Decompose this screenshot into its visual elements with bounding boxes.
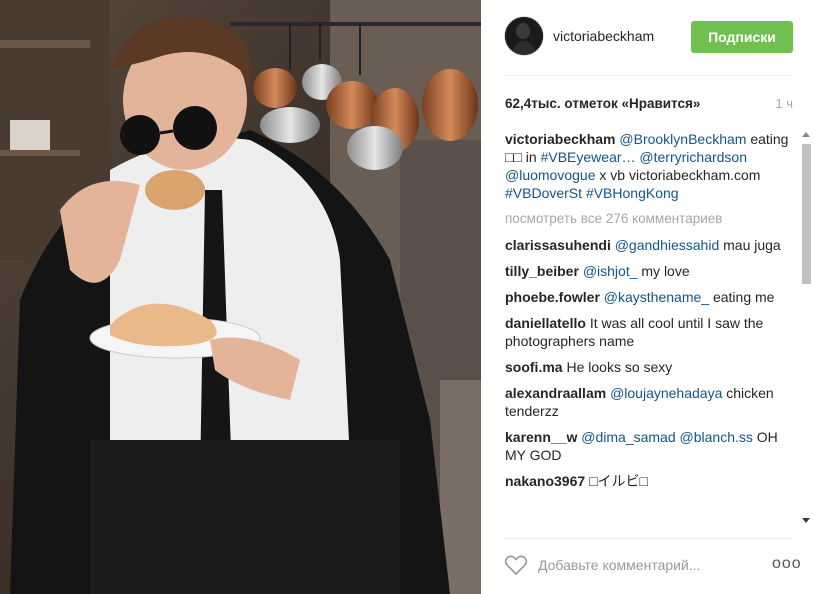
likes-row: 62,4тыс. отметок «Нравится» 1 ч bbox=[505, 96, 793, 114]
comment-mention[interactable]: @loujaynehadaya bbox=[610, 385, 722, 401]
caption-link[interactable]: #VBDoverSt bbox=[505, 185, 582, 201]
scroll-thumb[interactable] bbox=[802, 144, 811, 284]
heart-outline-icon[interactable] bbox=[504, 554, 528, 576]
comment-mention[interactable]: @kaysthename_ bbox=[604, 289, 709, 305]
post-time[interactable]: 1 ч bbox=[775, 96, 793, 111]
follow-button[interactable]: Подписки bbox=[691, 21, 793, 53]
comment-row: soofi.ma He looks so sexy bbox=[505, 358, 797, 376]
comment-row: daniellatello It was all cool until I sa… bbox=[505, 314, 797, 350]
comment-text: my love bbox=[637, 263, 690, 279]
comment-text: He looks so sexy bbox=[566, 359, 673, 375]
caption-link[interactable]: @terryrichardson bbox=[639, 149, 747, 165]
comments-scrollbar[interactable] bbox=[799, 130, 813, 528]
comment-username[interactable]: clarissasuhendi bbox=[505, 237, 611, 253]
footer-divider bbox=[504, 538, 793, 539]
caption-link[interactable]: #VBHongKong bbox=[586, 185, 679, 201]
scroll-up-arrow-icon[interactable] bbox=[802, 132, 810, 137]
comment-text: eating me bbox=[709, 289, 775, 305]
comments-list[interactable]: victoriabeckham @BrooklynBeckham eating … bbox=[505, 130, 797, 528]
post-username[interactable]: victoriabeckham bbox=[553, 28, 654, 44]
add-comment-input[interactable] bbox=[538, 554, 758, 576]
post-photo[interactable] bbox=[0, 0, 481, 594]
avatar-image-icon bbox=[505, 17, 543, 55]
comment-row: tilly_beiber @ishjot_ my love bbox=[505, 262, 797, 280]
caption-text: x vb victoriabeckham.com bbox=[595, 167, 761, 183]
comment-text: □イルビ□ bbox=[589, 473, 648, 489]
comment-username[interactable]: phoebe.fowler bbox=[505, 289, 600, 305]
header-divider bbox=[504, 75, 793, 76]
comment-mention[interactable]: @ishjot_ bbox=[583, 263, 638, 279]
comment-row: clarissasuhendi @gandhiessahid mau juga bbox=[505, 236, 797, 254]
comment-username[interactable]: nakano3967 bbox=[505, 473, 585, 489]
caption-link[interactable]: #VBEyewear… bbox=[541, 149, 636, 165]
comment-mention[interactable]: @dima_samad @blanch.ss bbox=[581, 429, 753, 445]
post-photo-illustration bbox=[0, 0, 481, 594]
caption-username[interactable]: victoriabeckham bbox=[505, 131, 616, 147]
comment-username[interactable]: karenn__w bbox=[505, 429, 577, 445]
more-options-icon[interactable]: ooo bbox=[772, 555, 801, 575]
view-all-comments-link[interactable]: посмотреть все 276 комментариев bbox=[505, 210, 797, 228]
comment-text: mau juga bbox=[719, 237, 781, 253]
comment-row: karenn__w @dima_samad @blanch.ss OH MY G… bbox=[505, 428, 797, 464]
comment-username[interactable]: daniellatello bbox=[505, 315, 586, 331]
caption-link[interactable]: @luomovogue bbox=[505, 167, 596, 183]
caption-link[interactable]: @BrooklynBeckham bbox=[619, 131, 746, 147]
comment-row: nakano3967 □イルビ□ bbox=[505, 472, 797, 490]
post-footer: ooo bbox=[504, 551, 801, 579]
comment-username[interactable]: soofi.ma bbox=[505, 359, 563, 375]
comment-username[interactable]: alexandraallam bbox=[505, 385, 606, 401]
scroll-down-arrow-icon[interactable] bbox=[802, 518, 810, 523]
comment-mention[interactable]: @gandhiessahid bbox=[615, 237, 720, 253]
likes-count[interactable]: 62,4тыс. отметок «Нравится» bbox=[505, 96, 700, 111]
comment-row: alexandraallam @loujaynehadaya chicken t… bbox=[505, 384, 797, 420]
comment-username[interactable]: tilly_beiber bbox=[505, 263, 579, 279]
post-details-panel: victoriabeckham Подписки 62,4тыс. отмето… bbox=[481, 0, 815, 594]
caption: victoriabeckham @BrooklynBeckham eating … bbox=[505, 130, 797, 202]
comment-row: phoebe.fowler @kaysthename_ eating me bbox=[505, 288, 797, 306]
avatar[interactable] bbox=[504, 16, 544, 56]
post-header: victoriabeckham Подписки bbox=[504, 16, 794, 60]
